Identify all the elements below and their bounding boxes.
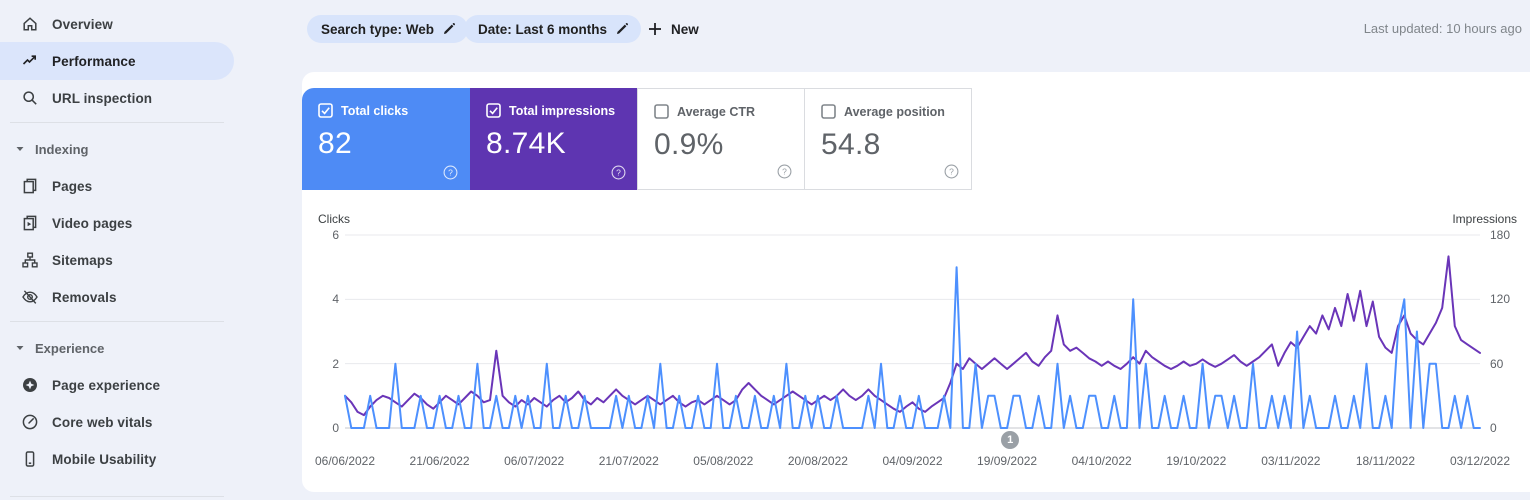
sidebar-item-label: Mobile Usability: [52, 451, 157, 467]
sidebar-item-core-web-vitals[interactable]: Core web vitals: [0, 403, 234, 441]
x-axis-date-tick: 03/11/2022: [1261, 454, 1321, 468]
edit-pencil-icon: [442, 22, 456, 36]
date-range-chip[interactable]: Date: Last 6 months: [464, 15, 642, 43]
y-axis-tick-right: 0: [1490, 421, 1497, 435]
new-button-label: New: [671, 21, 699, 37]
x-axis-date-tick: 19/09/2022: [977, 454, 1038, 468]
sidebar-item-overview[interactable]: Overview: [0, 5, 234, 43]
x-axis-date-tick: 18/11/2022: [1355, 454, 1415, 468]
sidebar-item-video-pages[interactable]: Video pages: [0, 204, 234, 242]
sidebar-item-performance[interactable]: Performance: [0, 42, 234, 80]
x-axis-date-tick: 06/07/2022: [504, 454, 565, 468]
sidebar-item-label: Removals: [52, 289, 117, 305]
clicks-line-series: [344, 266, 1481, 429]
sidebar-divider: [10, 321, 224, 322]
sidebar-item-url-inspection[interactable]: URL inspection: [0, 79, 234, 117]
page-experience-icon: [21, 376, 39, 394]
sidebar-section-experience[interactable]: Experience: [0, 333, 234, 363]
sidebar: Overview Performance URL inspection Inde…: [0, 0, 234, 500]
x-axis-date-tick: 03/12/2022: [1449, 454, 1511, 468]
performance-panel: Total clicks 82 ? Total impressions 8.74…: [302, 72, 1530, 492]
x-axis-date-tick: 04/10/2022: [1071, 454, 1132, 468]
sidebar-item-label: Sitemaps: [52, 252, 113, 268]
chart-canvas: [344, 234, 1481, 429]
last-updated-text: Last updated: 10 hours ago: [1363, 21, 1522, 36]
y-axis-tick-right: 120: [1490, 292, 1511, 307]
chevron-down-icon: [15, 144, 25, 154]
sidebar-section-indexing[interactable]: Indexing: [0, 134, 234, 164]
search-type-chip-label: Search type: Web: [321, 21, 435, 37]
sitemap-icon: [21, 251, 39, 269]
date-chip-label: Date: Last 6 months: [478, 21, 608, 37]
sidebar-item-label: Performance: [52, 53, 136, 69]
y-axis-tick-left: 2: [332, 356, 339, 371]
x-axis-date-tick: 21/06/2022: [409, 454, 470, 468]
speedometer-icon: [21, 413, 39, 431]
sidebar-item-label: Core web vitals: [52, 414, 153, 430]
trending-up-icon: [21, 52, 39, 70]
sidebar-item-label: Overview: [52, 16, 113, 32]
x-axis-date-tick: 21/07/2022: [598, 454, 659, 468]
y-axis-tick-left: 0: [332, 421, 339, 435]
sidebar-item-label: URL inspection: [52, 90, 153, 106]
sidebar-item-page-experience[interactable]: Page experience: [0, 366, 234, 404]
pages-icon: [21, 177, 39, 195]
plus-icon: [648, 22, 662, 36]
y-axis-tick-right: 180: [1490, 228, 1511, 242]
x-axis-date-tick: 19/10/2022: [1166, 454, 1227, 468]
sidebar-item-label: Page experience: [52, 377, 161, 393]
new-filter-button[interactable]: New: [648, 15, 699, 43]
eye-off-icon: [21, 288, 39, 306]
sidebar-item-label: Video pages: [52, 215, 133, 231]
impressions-line-series: [344, 255, 1481, 417]
edit-pencil-icon: [615, 22, 629, 36]
section-label: Indexing: [35, 141, 89, 157]
sidebar-item-mobile-usability[interactable]: Mobile Usability: [0, 440, 234, 478]
sidebar-item-label: Pages: [52, 178, 93, 194]
video-pages-icon: [21, 214, 39, 232]
sidebar-divider: [10, 122, 224, 123]
y-axis-tick-right: 60: [1490, 356, 1504, 371]
sidebar-item-sitemaps[interactable]: Sitemaps: [0, 241, 234, 279]
y-axis-tick-left: 4: [332, 292, 339, 307]
y-axis-tick-left: 6: [332, 228, 339, 242]
x-axis-date-tick: 05/08/2022: [693, 454, 754, 468]
x-axis-date-tick: 04/09/2022: [882, 454, 943, 468]
chevron-down-icon: [15, 343, 25, 353]
performance-chart[interactable]: Clicks Impressions 1 6 180 4 120 2 60 0 0 06/06/…: [302, 72, 1530, 492]
sidebar-item-removals[interactable]: Removals: [0, 278, 234, 316]
mobile-icon: [21, 450, 39, 468]
search-icon: [21, 89, 39, 107]
home-icon: [21, 15, 39, 33]
sidebar-item-pages[interactable]: Pages: [0, 167, 234, 205]
section-label: Experience: [35, 340, 105, 356]
sidebar-divider: [10, 496, 224, 497]
x-axis-date-tick: 20/08/2022: [787, 454, 848, 468]
search-type-chip[interactable]: Search type: Web: [307, 15, 469, 43]
x-axis-date-tick: 06/06/2022: [314, 454, 376, 468]
